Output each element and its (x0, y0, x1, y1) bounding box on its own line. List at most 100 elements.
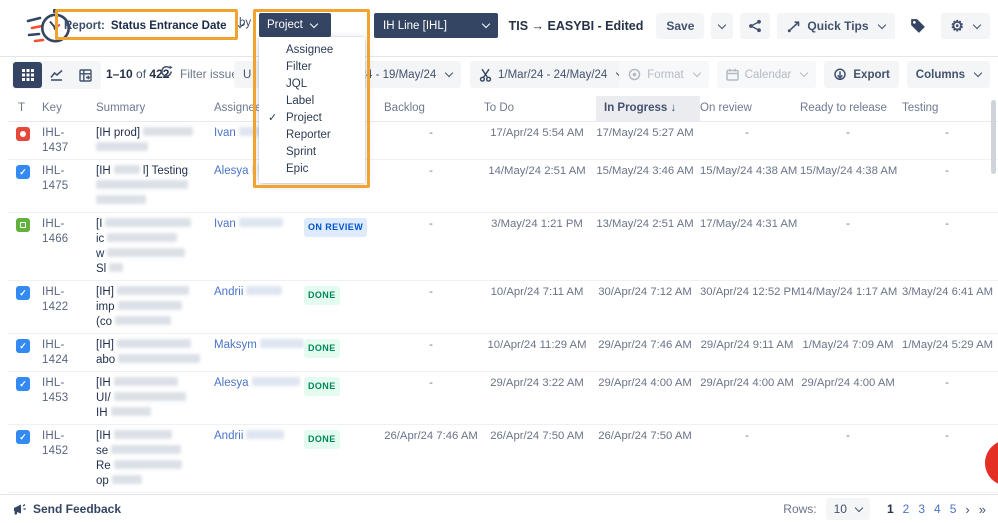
menu-item-epic[interactable]: Epic (259, 161, 365, 178)
chevron-down-icon (855, 503, 863, 511)
report-label: Report: (64, 20, 105, 32)
split-range-chip[interactable]: 1/Mar/24 - 24/May/24 (470, 61, 632, 88)
task-type-icon: ✓ (16, 430, 30, 444)
settings-button[interactable]: ⚙ (941, 13, 990, 39)
issue-summary[interactable]: [IH se Re op (96, 425, 214, 493)
last-page-icon[interactable]: » (979, 502, 986, 517)
quick-tips-button[interactable]: Quick Tips (777, 13, 894, 39)
issue-summary[interactable]: [IH] imp (co (96, 281, 214, 334)
columns-button[interactable]: Columns (907, 61, 990, 88)
issue-key[interactable]: IHL-1453 (42, 372, 96, 425)
chevron-down-icon (974, 69, 982, 77)
menu-item-assignee[interactable]: Assignee (259, 42, 365, 59)
assignee-link[interactable]: Alesya (214, 372, 304, 425)
table-row[interactable]: IHL-1466 [I ic w Sl Ivan ON REVIEW - 3/M… (8, 213, 998, 281)
table-row[interactable]: ✓ IHL-1424 [IH] abo Maksym DONE - 10/Apr… (8, 334, 998, 372)
column-header-ready-to-release[interactable]: Ready to release (800, 96, 902, 122)
group-by-dropdown[interactable]: Project (259, 13, 331, 37)
issue-summary[interactable]: [IH] abo (96, 334, 214, 372)
whats-new-button[interactable] (902, 13, 934, 39)
issue-summary[interactable]: [IH l] Testing (96, 160, 214, 213)
save-options-button[interactable] (711, 13, 733, 39)
story-type-icon (16, 218, 30, 232)
status-cell: DONE (304, 425, 384, 493)
redacted-text (111, 407, 151, 416)
assignee-link[interactable]: Andrii (214, 281, 304, 334)
on-review-date: - (700, 425, 800, 493)
todo-date: 29/Apr/24 3:22 AM (484, 372, 596, 425)
format-button[interactable]: Format (619, 61, 708, 88)
issue-key[interactable]: IHL-1475 (42, 160, 96, 213)
redacted-text (118, 301, 182, 310)
menu-item-project[interactable]: ✓Project (259, 110, 365, 127)
assignee-link[interactable]: Maksym (214, 334, 304, 372)
table-row[interactable]: ✓ IHL-1453 [IH UI/ IH Alesya DONE - 29/A… (8, 372, 998, 425)
redacted-text (96, 195, 146, 204)
page-5[interactable]: 5 (950, 502, 957, 516)
menu-item-filter[interactable]: Filter (259, 59, 365, 76)
page-1[interactable]: 1 (887, 502, 894, 516)
issue-key[interactable]: IHL-1452 (42, 425, 96, 493)
table-row[interactable]: ✓ IHL-1422 [IH] imp (co Andrii DONE - 10… (8, 281, 998, 334)
assignee-link[interactable]: Andrii (214, 425, 304, 493)
issue-key[interactable]: IHL-1466 (42, 213, 96, 281)
by-label: by (239, 17, 251, 29)
issues-table: T Key Summary Assignee Backlog To Do In … (8, 96, 998, 493)
menu-item-sprint[interactable]: Sprint (259, 144, 365, 161)
issue-key[interactable]: IHL-1424 (42, 334, 96, 372)
next-page-icon[interactable]: › (965, 502, 969, 517)
grid-view-button[interactable] (13, 62, 42, 88)
table-row[interactable]: ✓ IHL-1452 [IH se Re op Andrii DONE 26/A… (8, 425, 998, 493)
menu-item-label[interactable]: Label (259, 93, 365, 110)
issue-summary[interactable]: [IH prod] (96, 122, 214, 160)
issue-summary[interactable]: [I ic w Sl (96, 213, 214, 281)
export-button[interactable]: Export (824, 61, 898, 88)
column-header-todo[interactable]: To Do (484, 96, 596, 122)
pivot-table-icon (79, 69, 92, 82)
redacted-text (96, 142, 148, 151)
column-header-type[interactable]: T (8, 96, 42, 122)
issues-table-container: T Key Summary Assignee Backlog To Do In … (0, 96, 998, 493)
send-feedback-button[interactable]: Send Feedback (12, 502, 121, 516)
vertical-scrollbar-thumb[interactable] (991, 100, 996, 174)
backlog-date: - (384, 372, 484, 425)
backlog-date: - (384, 281, 484, 334)
column-header-testing[interactable]: Testing (902, 96, 998, 122)
footer-bar: Send Feedback Rows: 10 1 2 3 4 5 › » (0, 494, 998, 523)
page-3[interactable]: 3 (918, 502, 925, 516)
in-progress-date: 26/Apr/24 7:50 AM (596, 425, 700, 493)
refresh-button[interactable] (160, 65, 173, 78)
column-header-key[interactable]: Key (42, 96, 96, 122)
page-4[interactable]: 4 (934, 502, 941, 516)
chevron-down-icon (445, 69, 453, 77)
menu-item-reporter[interactable]: Reporter (259, 127, 365, 144)
ready-date: - (800, 122, 902, 160)
calendar-button[interactable]: Calendar (717, 61, 817, 88)
table-row[interactable]: IHL-1437 [IH prod] Ivan - 17/Apr/24 5:54… (8, 122, 998, 160)
status-cell: ON REVIEW (304, 213, 384, 281)
chevron-down-icon (973, 20, 981, 28)
page-2[interactable]: 2 (903, 502, 910, 516)
issue-summary[interactable]: [IH UI/ IH (96, 372, 214, 425)
table-row[interactable]: ✓ IHL-1475 [IH l] Testing Alesya I - 14/… (8, 160, 998, 213)
column-header-in-progress[interactable]: In Progress ↓ (596, 96, 700, 122)
save-button[interactable]: Save (656, 13, 704, 39)
issue-key[interactable]: IHL-1437 (42, 122, 96, 160)
ready-date: 14/May/24 1:17 AM (800, 281, 902, 334)
report-selector[interactable]: Report: Status Entrance Date (64, 14, 243, 37)
share-button[interactable] (740, 13, 770, 39)
redacted-text (117, 339, 191, 348)
redacted-text (246, 286, 282, 295)
testing-date: 1/May/24 5:29 AM (902, 334, 998, 372)
pivot-view-button[interactable] (71, 62, 100, 88)
column-header-backlog[interactable]: Backlog (384, 96, 484, 122)
rows-per-page-select[interactable]: 10 (826, 498, 870, 520)
project-scope-select[interactable]: IH Line [IHL] (374, 13, 498, 38)
menu-item-jql[interactable]: JQL (259, 76, 365, 93)
column-header-summary[interactable]: Summary (96, 96, 214, 122)
assignee-link[interactable]: Ivan (214, 213, 304, 281)
column-header-on-review[interactable]: On review (700, 96, 800, 122)
chart-view-button[interactable] (42, 62, 71, 88)
in-progress-date: 30/Apr/24 7:12 AM (596, 281, 700, 334)
issue-key[interactable]: IHL-1422 (42, 281, 96, 334)
